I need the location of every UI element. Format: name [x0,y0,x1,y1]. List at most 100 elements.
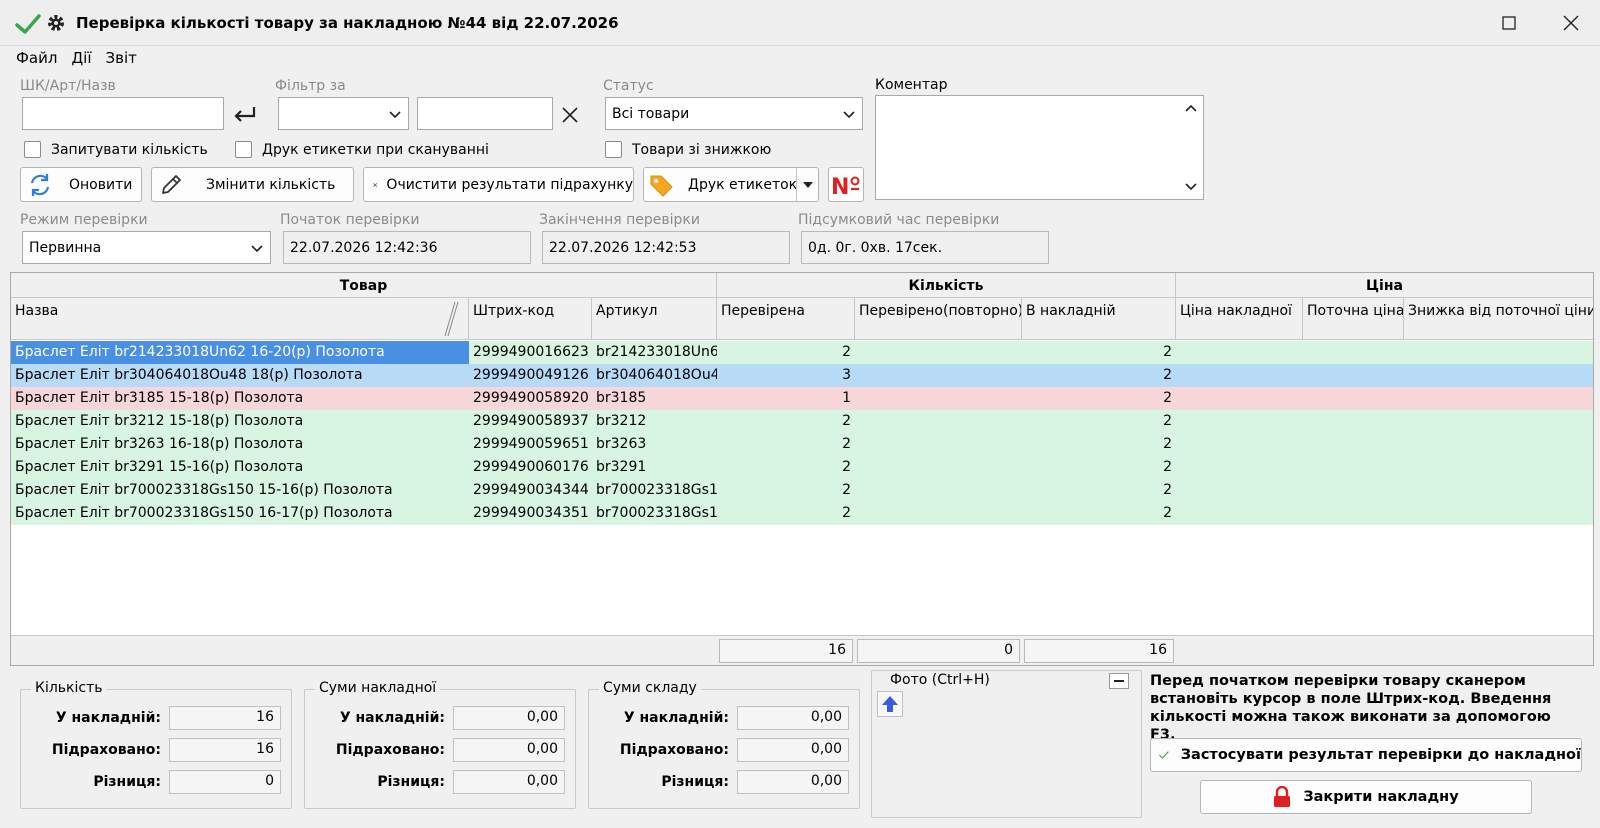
cell-invoice-price[interactable] [1176,433,1303,456]
scroll-up-icon[interactable] [1185,104,1197,114]
cell-invoice[interactable]: 2 [1022,341,1176,364]
cell-checked[interactable]: 2 [717,502,855,525]
cell-rechecked[interactable] [855,502,1022,525]
cell-barcode[interactable]: 2999490034351 [469,502,592,525]
cell-article[interactable]: br304064018Ou48 [592,364,717,387]
cell-article[interactable]: br3291 [592,456,717,479]
cell-current-price[interactable] [1303,502,1404,525]
table-row[interactable]: Браслет Еліт br3291 15-16(р) Позолота 299… [11,456,1593,479]
table-row[interactable]: Браслет Еліт br700023318Gs150 15-16(р) П… [11,479,1593,502]
cell-invoice[interactable]: 2 [1022,456,1176,479]
cell-checked[interactable]: 2 [717,433,855,456]
cell-rechecked[interactable] [855,410,1022,433]
refresh-button[interactable]: Оновити [20,167,142,202]
cell-invoice[interactable]: 2 [1022,433,1176,456]
table-row[interactable]: Браслет Еліт br3185 15-18(р) Позолота 299… [11,387,1593,410]
table-row[interactable]: Браслет Еліт br3212 15-18(р) Позолота 299… [11,410,1593,433]
cell-invoice-price[interactable] [1176,456,1303,479]
cell-current-price[interactable] [1303,433,1404,456]
discount-checkbox[interactable]: Товари зі знижкою [605,141,771,158]
cell-invoice[interactable]: 2 [1022,387,1176,410]
cell-invoice[interactable]: 2 [1022,410,1176,433]
ask-qty-checkbox[interactable]: Запитувати кількість [24,141,208,158]
scroll-down-icon[interactable] [1185,181,1197,191]
menu-item-file[interactable]: Файл [16,49,57,67]
cell-name[interactable]: Браслет Еліт br700023318Gs150 16-17(р) П… [11,502,469,525]
cell-rechecked[interactable] [855,387,1022,410]
filter-field-select[interactable] [278,97,409,130]
menu-item-actions[interactable]: Дії [71,49,91,67]
cell-name[interactable]: Браслет Еліт br3212 15-18(р) Позолота [11,410,469,433]
cell-checked[interactable]: 2 [717,410,855,433]
col-article[interactable]: Артикул [592,298,717,340]
cell-invoice-price[interactable] [1176,341,1303,364]
checkbox-box[interactable] [605,141,622,158]
gear-icon[interactable] [46,13,66,33]
cell-discount[interactable] [1404,364,1593,387]
cell-invoice-price[interactable] [1176,410,1303,433]
col-invoice[interactable]: В накладній [1022,298,1176,340]
col-discount[interactable]: Знижка від поточної ціни [1404,298,1593,340]
cell-invoice-price[interactable] [1176,387,1303,410]
print-label-checkbox[interactable]: Друк етикетки при скануванні [235,141,489,158]
cell-rechecked[interactable] [855,433,1022,456]
cell-invoice[interactable]: 2 [1022,364,1176,387]
close-invoice-button[interactable]: Закрити накладну [1200,780,1532,814]
cell-discount[interactable] [1404,410,1593,433]
status-select[interactable]: Всі товари [605,97,863,130]
cell-current-price[interactable] [1303,410,1404,433]
col-rechecked[interactable]: Перевірено(повторно) [855,298,1022,340]
cell-checked[interactable]: 2 [717,479,855,502]
cell-barcode[interactable]: 2999490060176 [469,456,592,479]
cell-current-price[interactable] [1303,456,1404,479]
clear-filter-icon[interactable] [561,106,579,124]
cell-current-price[interactable] [1303,479,1404,502]
cell-rechecked[interactable] [855,341,1022,364]
close-window-button[interactable] [1548,8,1594,38]
col-checked[interactable]: Перевірена [717,298,855,340]
col-current-price[interactable]: Поточна ціна [1303,298,1404,340]
cell-barcode[interactable]: 2999490034344 [469,479,592,502]
table-row[interactable]: Браслет Еліт br214233018Un62 16-20(р) По… [11,341,1593,364]
print-labels-dropdown[interactable] [796,168,818,201]
mode-select[interactable]: Первинна [22,231,271,264]
cell-name[interactable]: Браслет Еліт br3291 15-16(р) Позолота [11,456,469,479]
col-name[interactable]: Назва [11,298,469,340]
cell-checked[interactable]: 2 [717,341,855,364]
cell-name[interactable]: Браслет Еліт br214233018Un62 16-20(р) По… [11,341,469,364]
col-barcode[interactable]: Штрих-код [469,298,592,340]
clear-results-button[interactable]: Очистити результати підрахунку [363,167,634,202]
cell-invoice[interactable]: 2 [1022,502,1176,525]
print-labels-button[interactable]: Друк етикеток [643,167,819,202]
cell-rechecked[interactable] [855,479,1022,502]
cell-current-price[interactable] [1303,387,1404,410]
cell-article[interactable]: br700023318Gs15 [592,479,717,502]
cell-barcode[interactable]: 2999490016623 [469,341,592,364]
items-grid[interactable]: Товар Кількість Ціна Назва Штрих-код Арт… [10,272,1594,666]
enter-icon[interactable] [232,106,258,124]
cell-name[interactable]: Браслет Еліт br3185 15-18(р) Позолота [11,387,469,410]
cell-barcode[interactable]: 2999490058937 [469,410,592,433]
cell-name[interactable]: Браслет Еліт br304064018Ou48 18(р) Позол… [11,364,469,387]
apply-results-button[interactable]: Застосувати результат перевірки до накла… [1150,738,1582,772]
number-button[interactable]: N [828,167,864,202]
cell-discount[interactable] [1404,341,1593,364]
barcode-input[interactable] [22,97,224,130]
comment-textarea[interactable] [875,95,1204,200]
maximize-button[interactable] [1486,8,1532,38]
cell-article[interactable]: br3212 [592,410,717,433]
cell-discount[interactable] [1404,502,1593,525]
cell-checked[interactable]: 2 [717,456,855,479]
cell-discount[interactable] [1404,387,1593,410]
cell-invoice-price[interactable] [1176,479,1303,502]
cell-name[interactable]: Браслет Еліт br700023318Gs150 15-16(р) П… [11,479,469,502]
table-row[interactable]: Браслет Еліт br3263 16-18(р) Позолота 299… [11,433,1593,456]
cell-discount[interactable] [1404,479,1593,502]
cell-barcode[interactable]: 2999490059651 [469,433,592,456]
checkbox-box[interactable] [24,141,41,158]
filter-value-input[interactable] [417,97,553,130]
cell-barcode[interactable]: 2999490058920 [469,387,592,410]
upload-photo-button[interactable] [877,691,903,717]
cell-current-price[interactable] [1303,364,1404,387]
cell-name[interactable]: Браслет Еліт br3263 16-18(р) Позолота [11,433,469,456]
